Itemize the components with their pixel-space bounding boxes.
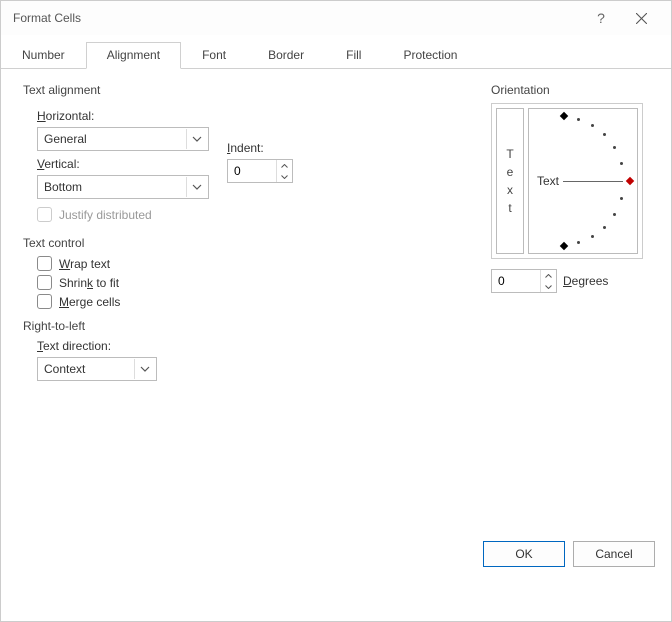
orientation-panel: Orientation Text Text	[491, 83, 643, 293]
orientation-dial-label: Text	[537, 174, 559, 188]
select-horizontal[interactable]: General	[37, 127, 209, 151]
group-rtl: Right-to-left	[23, 319, 463, 333]
help-button[interactable]: ?	[581, 3, 621, 33]
orientation-dial[interactable]: Text	[528, 108, 638, 254]
spinner-degrees[interactable]	[491, 269, 557, 293]
select-vertical[interactable]: Bottom	[37, 175, 209, 199]
orientation-tick	[603, 133, 606, 136]
label-indent: Indent:	[227, 141, 293, 155]
orientation-tick	[603, 226, 606, 229]
orientation-marker-active	[626, 177, 634, 185]
dialog-title: Format Cells	[11, 11, 581, 25]
checkbox-box	[37, 294, 52, 309]
checkbox-wrap-text[interactable]: Wrap text	[37, 256, 463, 271]
spinner-down-button[interactable]	[277, 171, 292, 182]
ok-button[interactable]: OK	[483, 541, 565, 567]
tab-border[interactable]: Border	[247, 42, 325, 69]
label-wrap: Wrap text	[59, 257, 110, 271]
orientation-vertical-text[interactable]: Text	[496, 108, 524, 254]
label-degrees: Degrees	[563, 274, 608, 288]
chevron-down-icon	[134, 359, 154, 379]
spinner-up-button[interactable]	[277, 160, 292, 171]
label-text-direction: Text direction:	[37, 339, 463, 353]
orientation-tick	[613, 146, 616, 149]
label-vertical: Vertical:	[37, 157, 209, 171]
tab-content: Text alignment Horizontal: General Verti…	[1, 69, 671, 581]
group-text-control: Text control	[23, 236, 463, 250]
select-horizontal-value: General	[44, 132, 87, 146]
tab-alignment[interactable]: Alignment	[86, 42, 181, 69]
orientation-tick	[591, 124, 594, 127]
close-icon	[636, 13, 647, 24]
checkbox-shrink-to-fit[interactable]: Shrink to fit	[37, 275, 463, 290]
cancel-button[interactable]: Cancel	[573, 541, 655, 567]
group-text-alignment: Text alignment	[23, 83, 463, 97]
label-justify: Justify distributed	[59, 208, 152, 222]
spinner-degrees-input[interactable]	[492, 270, 540, 292]
orientation-line	[563, 181, 623, 182]
select-vertical-value: Bottom	[44, 180, 82, 194]
orientation-marker	[560, 242, 568, 250]
orientation-tick	[613, 213, 616, 216]
label-shrink: Shrink to fit	[59, 276, 119, 290]
close-button[interactable]	[621, 3, 661, 33]
chevron-down-icon	[186, 177, 206, 197]
tab-protection[interactable]: Protection	[382, 42, 478, 69]
checkbox-box	[37, 256, 52, 271]
orientation-marker	[560, 112, 568, 120]
select-text-direction[interactable]: Context	[37, 357, 157, 381]
titlebar: Format Cells ?	[1, 1, 671, 35]
orientation-tick	[620, 162, 623, 165]
checkbox-box	[37, 275, 52, 290]
spinner-indent[interactable]	[227, 159, 293, 183]
label-merge: Merge cells	[59, 295, 120, 309]
checkbox-box	[37, 207, 52, 222]
spinner-up-button[interactable]	[541, 270, 556, 281]
tab-font[interactable]: Font	[181, 42, 247, 69]
orientation-tick	[620, 197, 623, 200]
label-horizontal: Horizontal:	[37, 109, 209, 123]
spinner-indent-input[interactable]	[228, 160, 276, 182]
checkbox-merge-cells[interactable]: Merge cells	[37, 294, 463, 309]
orientation-tick	[577, 118, 580, 121]
tab-fill[interactable]: Fill	[325, 42, 382, 69]
tab-strip: Number Alignment Font Border Fill Protec…	[1, 41, 671, 69]
select-text-direction-value: Context	[44, 362, 85, 376]
group-orientation: Orientation	[491, 83, 643, 97]
dialog-buttons: OK Cancel	[483, 541, 655, 567]
spinner-down-button[interactable]	[541, 281, 556, 292]
orientation-tick	[591, 235, 594, 238]
checkbox-justify-distributed: Justify distributed	[37, 207, 209, 222]
tab-number[interactable]: Number	[1, 42, 86, 69]
chevron-down-icon	[186, 129, 206, 149]
orientation-tick	[577, 241, 580, 244]
orientation-box: Text Text	[491, 103, 643, 259]
